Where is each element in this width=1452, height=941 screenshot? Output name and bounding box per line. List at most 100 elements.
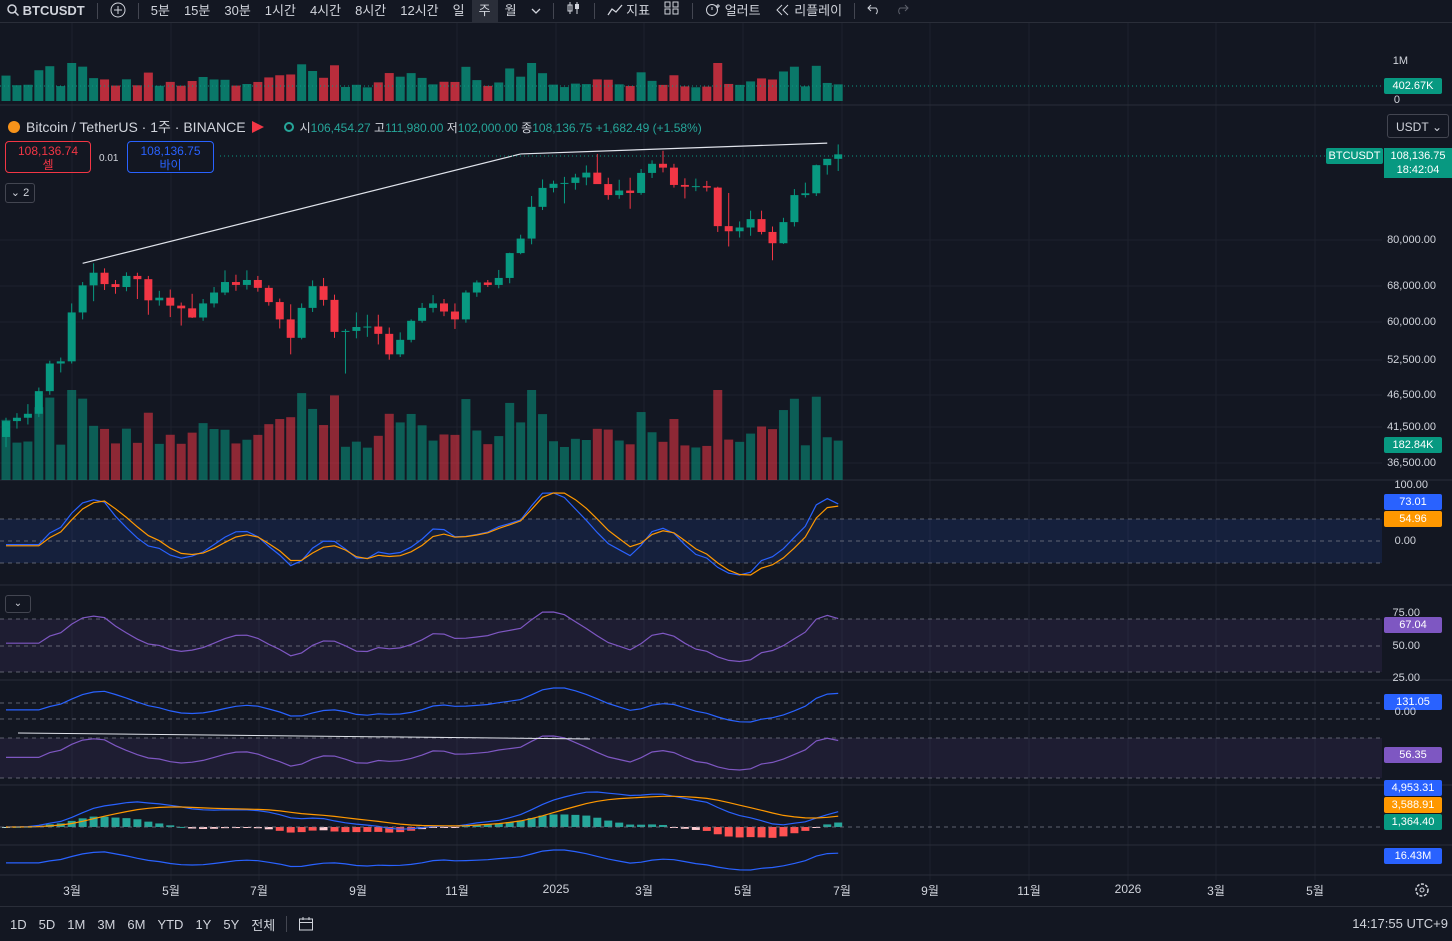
indicators-button[interactable]: 지표 — [600, 0, 658, 22]
volume-bar — [154, 85, 164, 101]
interval-1w[interactable]: 주 — [471, 0, 498, 22]
volume-bar — [286, 74, 296, 101]
interval-5m[interactable]: 5분 — [144, 0, 177, 22]
volume-bar — [132, 442, 142, 480]
buy-button[interactable]: 108,136.75 바이 — [127, 141, 214, 173]
layouts-button[interactable] — [657, 0, 687, 22]
interval-15m[interactable]: 15분 — [177, 0, 217, 22]
compare-button[interactable] — [103, 0, 133, 22]
visibility-icon[interactable] — [283, 122, 294, 132]
volume-bar — [373, 82, 383, 101]
candle-body — [264, 287, 273, 303]
alert-button[interactable]: 얼러트 — [698, 0, 768, 22]
range-1d[interactable]: 1D — [0, 917, 33, 932]
volume-bar — [242, 439, 252, 480]
macd-histogram-bar — [100, 816, 109, 827]
volume-bar — [472, 430, 482, 480]
volume-bar — [614, 84, 624, 101]
volume-bar — [330, 395, 339, 480]
candle-body — [308, 286, 317, 308]
sell-button[interactable]: 108,136.74 셀 — [5, 141, 91, 173]
interval-1mo[interactable]: 월 — [498, 0, 524, 22]
price-axis-tick: 46,500.00 — [1387, 389, 1436, 401]
volume-bar — [516, 422, 526, 480]
interval-30m[interactable]: 30분 — [217, 0, 257, 22]
symbol-search[interactable]: BTCUSDT — [0, 0, 92, 22]
chart-settings-button[interactable] — [1414, 882, 1430, 901]
macd-histogram-bar — [122, 818, 131, 827]
range-5d[interactable]: 5D — [33, 917, 62, 932]
osc2-axis-tick: 50.00 — [1392, 640, 1420, 652]
clock-timezone[interactable]: 14:17:55 UTC+9 — [1352, 916, 1448, 931]
pane-collapse-button[interactable]: ⌄ — [5, 595, 31, 613]
legend-title[interactable]: Bitcoin / TetherUS · 1주 · BINANCE — [26, 117, 246, 137]
interval-12h[interactable]: 12시간 — [393, 0, 445, 22]
volume-bar — [603, 429, 613, 480]
candle-body — [735, 227, 744, 232]
range-1y[interactable]: 1Y — [189, 917, 217, 932]
interval-1h[interactable]: 1시간 — [258, 0, 303, 22]
flag-icon[interactable] — [251, 121, 264, 133]
volume-bar — [625, 85, 635, 101]
volume-bar — [406, 73, 416, 101]
volume-bar — [713, 63, 723, 101]
symbol-label: BTCUSDT — [22, 3, 85, 18]
volume-bar — [264, 424, 274, 480]
currency-select[interactable]: USDT ⌄ — [1387, 114, 1449, 138]
range-6m[interactable]: 6M — [121, 917, 151, 932]
candle-body — [626, 190, 635, 193]
macd-histogram-bar — [341, 827, 350, 833]
chart-type-button[interactable] — [559, 0, 589, 22]
interval-1d[interactable]: 일 — [446, 0, 472, 22]
chart-icon — [607, 4, 623, 16]
range-5y[interactable]: 5Y — [217, 917, 245, 932]
volume-bar — [581, 84, 591, 101]
macd-histogram-bar — [593, 817, 602, 827]
volume-bar — [56, 86, 66, 101]
chart-area[interactable] — [0, 23, 1452, 901]
volume-bar — [330, 65, 339, 101]
redo-button[interactable] — [888, 0, 916, 22]
volume-bar — [121, 79, 131, 101]
range-all[interactable]: 전체 — [245, 915, 281, 934]
goto-date-button[interactable] — [292, 916, 320, 932]
undo-icon — [867, 4, 878, 15]
volume-bar — [56, 444, 66, 480]
volume-bar — [789, 398, 799, 480]
volume-bar — [67, 390, 77, 480]
range-ytd[interactable]: YTD — [151, 917, 189, 932]
macd-histogram-bar — [155, 823, 164, 827]
interval-dropdown[interactable] — [524, 0, 548, 22]
symbol-legend: Bitcoin / TetherUS · 1주 · BINANCE 시106,4… — [8, 117, 702, 137]
volume-bar — [351, 441, 361, 480]
interval-8h[interactable]: 8시간 — [348, 0, 393, 22]
candle-body — [45, 363, 54, 392]
volume-bar — [822, 437, 832, 480]
volume-bar — [220, 79, 230, 101]
indicators-collapse-button[interactable]: ⌄ 2 — [5, 183, 35, 203]
macd-histogram-bar — [363, 827, 372, 832]
undo-button[interactable] — [860, 0, 888, 22]
candle-body — [538, 187, 547, 207]
osc4-value-tag: 56.35 — [1384, 747, 1442, 763]
price-axis-tick: 68,000.00 — [1387, 280, 1436, 292]
volume-bar — [340, 86, 350, 101]
volume-bar — [592, 79, 602, 101]
volume-bar — [494, 82, 504, 101]
macd-histogram-bar — [582, 815, 591, 827]
osc3-line — [6, 687, 839, 723]
candle-body — [177, 305, 186, 309]
macd-histogram-bar — [834, 822, 843, 827]
interval-4h[interactable]: 4시간 — [303, 0, 348, 22]
time-axis-tick: 3월 — [635, 884, 653, 898]
replay-button[interactable]: 리플레이 — [768, 0, 849, 22]
macd-histogram-bar — [330, 827, 339, 832]
volume-bar — [636, 412, 646, 480]
candle-body — [34, 391, 43, 414]
candle-body — [571, 177, 580, 183]
range-1m[interactable]: 1M — [61, 917, 91, 932]
range-3m[interactable]: 3M — [91, 917, 121, 932]
chart-canvas[interactable] — [0, 23, 1452, 901]
candle-body — [418, 307, 427, 321]
volume-bar — [811, 396, 821, 480]
